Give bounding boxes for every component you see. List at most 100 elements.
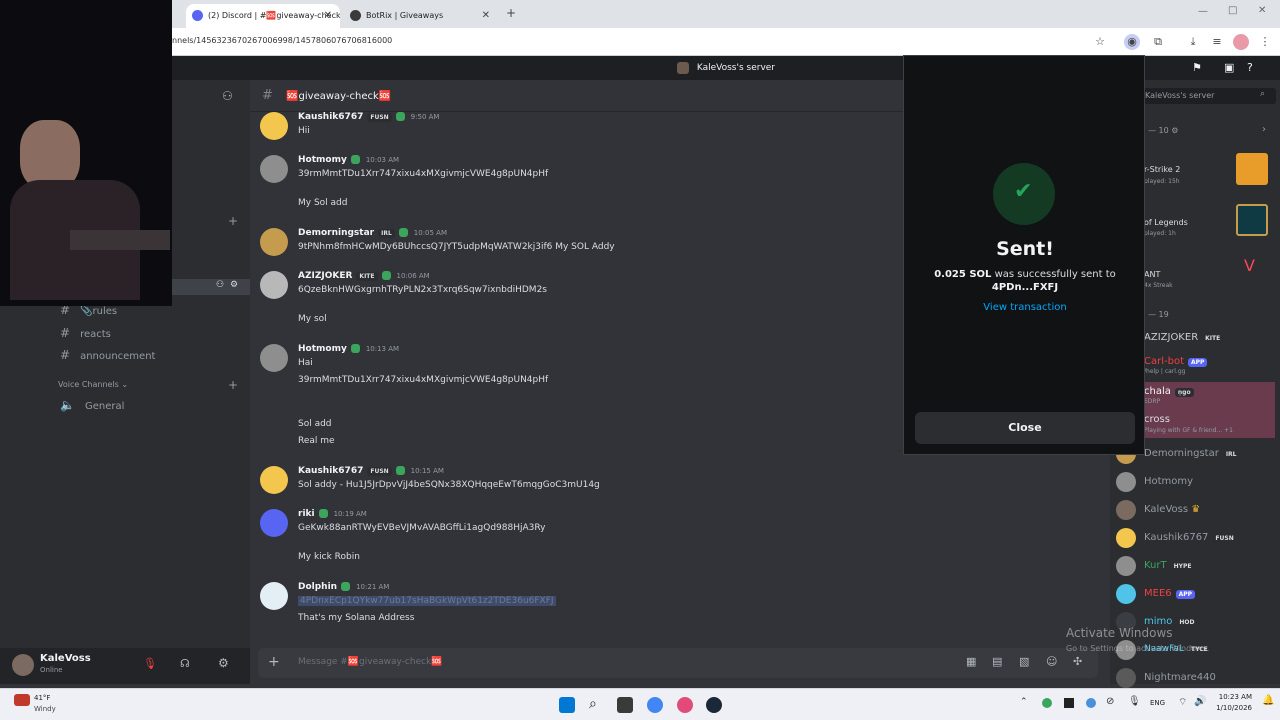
member-item[interactable]: KaleVoss ♛ xyxy=(1144,504,1200,515)
member-item[interactable]: AZIZJOKER KITE xyxy=(1144,332,1224,343)
mic-icon[interactable]: 🎙 xyxy=(1128,696,1141,707)
minimize-icon[interactable]: — xyxy=(1198,6,1208,17)
close-icon[interactable]: ✕ xyxy=(324,4,332,28)
menu-icon[interactable]: ⋮ xyxy=(1257,34,1273,50)
avatar[interactable] xyxy=(260,509,288,537)
selected-channel[interactable]: ⚇ ⚙ xyxy=(172,279,250,295)
member-item[interactable]: Kaushik6767 FUSN xyxy=(1144,532,1237,543)
voice-category[interactable]: Voice Channels ⌄ xyxy=(58,380,128,389)
gift-icon[interactable]: ▦ xyxy=(966,655,976,668)
inbox-icon[interactable]: ⚑ xyxy=(1192,56,1202,80)
message-input[interactable]: Message #🆘giveaway-check🆘 xyxy=(298,657,443,667)
tray-app-icon[interactable] xyxy=(1086,698,1096,708)
view-transaction-link[interactable]: View transaction xyxy=(904,302,1146,313)
member-item[interactable]: chala ṇgo xyxy=(1144,386,1194,397)
message-author[interactable]: Hotmomy xyxy=(298,344,347,354)
channel-reacts[interactable]: # reacts xyxy=(60,326,111,340)
help-icon[interactable]: ? xyxy=(1247,56,1253,80)
headphones-icon[interactable]: ☊ xyxy=(180,657,190,670)
network-off-icon[interactable]: ⊘ xyxy=(1106,696,1114,707)
avatar[interactable] xyxy=(260,466,288,494)
avatar[interactable] xyxy=(260,271,288,299)
tab-discord[interactable]: (2) Discord | #🆘giveaway-check ✕ xyxy=(186,4,340,28)
avatar[interactable] xyxy=(1116,500,1136,520)
member-item[interactable]: Nightmare440 xyxy=(1144,672,1216,683)
message-author[interactable]: AZIZJOKER xyxy=(298,271,352,281)
add-voice-channel-icon[interactable]: + xyxy=(228,378,238,392)
avatar[interactable] xyxy=(1116,472,1136,492)
browser-tab-bar: (2) Discord | #🆘giveaway-check ✕ BotRix … xyxy=(0,0,1280,28)
tray-app-icon[interactable] xyxy=(1042,698,1052,708)
server-search[interactable]: KaleVoss's server ⌕ xyxy=(1140,88,1276,104)
tray-chevron-icon[interactable]: ⌃ xyxy=(1020,697,1028,707)
message-author[interactable]: Kaushik6767 xyxy=(298,466,363,476)
avatar[interactable] xyxy=(1116,668,1136,688)
member-item[interactable]: KurT HYPE xyxy=(1144,560,1195,571)
member-item[interactable]: MEE6 APP xyxy=(1144,588,1196,599)
emoji-icon[interactable]: ☺ xyxy=(1046,655,1057,668)
activity-sub: played: 15h xyxy=(1144,178,1180,185)
speaker-icon[interactable]: 🔊 xyxy=(1194,696,1206,707)
start-icon[interactable] xyxy=(559,697,575,713)
message-author[interactable]: Dolphin xyxy=(298,582,337,592)
apps-icon[interactable]: ✣ xyxy=(1073,655,1082,668)
invite-icon[interactable]: ⚇ xyxy=(216,280,224,290)
close-button[interactable]: Close xyxy=(915,412,1135,444)
avatar[interactable] xyxy=(1116,556,1136,576)
gif-icon[interactable]: ▤ xyxy=(992,655,1002,668)
tray-app-icon[interactable] xyxy=(1064,698,1074,708)
window-close-icon[interactable]: ✕ xyxy=(1258,5,1266,16)
attach-plus-icon[interactable]: + xyxy=(268,654,280,670)
media-icon[interactable]: ≡ xyxy=(1209,34,1225,50)
steam-icon[interactable] xyxy=(706,697,722,713)
message-author[interactable]: Hotmomy xyxy=(298,155,347,165)
puzzle-icon[interactable]: ⧉ xyxy=(1150,34,1166,50)
avatar[interactable] xyxy=(260,228,288,256)
extension-icon[interactable]: ◉ xyxy=(1124,34,1140,50)
add-channel-icon[interactable]: + xyxy=(228,214,238,228)
profile-avatar[interactable] xyxy=(1233,34,1249,50)
close-icon[interactable]: ✕ xyxy=(482,4,490,28)
clock-time[interactable]: 10:23 AM xyxy=(1212,693,1252,701)
chevron-right-icon[interactable]: › xyxy=(1262,124,1266,135)
avatar[interactable] xyxy=(1116,584,1136,604)
gear-icon[interactable]: ⚙ xyxy=(230,280,238,290)
avatar[interactable] xyxy=(260,112,288,140)
avatar[interactable] xyxy=(260,155,288,183)
mic-muted-icon[interactable]: 🎙 xyxy=(143,657,157,670)
search-icon[interactable]: ⌕ xyxy=(1260,89,1265,99)
avatar[interactable] xyxy=(1116,528,1136,548)
member-item[interactable]: Demorningstar IRL xyxy=(1144,448,1240,459)
chrome-profile-icon[interactable] xyxy=(677,697,693,713)
chrome-icon[interactable] xyxy=(647,697,663,713)
avatar[interactable] xyxy=(260,582,288,610)
new-tab-icon[interactable]: + xyxy=(506,6,516,20)
message-author[interactable]: Kaushik6767 xyxy=(298,112,363,122)
avatar[interactable] xyxy=(260,344,288,372)
member-item[interactable]: Carl-bot APP xyxy=(1144,356,1208,367)
clock-date[interactable]: 1/10/2026 xyxy=(1212,704,1252,712)
search-icon[interactable]: ⌕ xyxy=(589,696,605,712)
add-member-icon[interactable]: ⚇ xyxy=(222,89,233,103)
avatar[interactable] xyxy=(12,654,34,676)
url-field[interactable]: nnels/1456323670267006998/14578060767068… xyxy=(172,36,392,45)
screen-icon[interactable]: ▣ xyxy=(1224,56,1234,80)
message-author[interactable]: Demorningstar xyxy=(298,228,374,238)
language-indicator[interactable]: ENG xyxy=(1150,699,1165,707)
notification-icon[interactable]: 🔔 xyxy=(1262,695,1274,706)
weather-icon[interactable] xyxy=(14,694,30,706)
maximize-icon[interactable]: □ xyxy=(1228,5,1237,16)
settings-gear-icon[interactable]: ⚙ xyxy=(218,656,229,670)
member-item[interactable]: Hotmomy xyxy=(1144,476,1193,487)
wifi-icon[interactable]: ⌔ xyxy=(1178,696,1187,709)
taskview-icon[interactable] xyxy=(617,697,633,713)
channel-announcement[interactable]: # announcement xyxy=(60,348,155,362)
star-icon[interactable]: ☆ xyxy=(1092,34,1108,50)
tab-botrix[interactable]: BotRix | Giveaways ✕ xyxy=(344,4,498,28)
download-icon[interactable]: ⤓ xyxy=(1185,34,1201,50)
message-author[interactable]: riki xyxy=(298,509,315,519)
sticker-icon[interactable]: ▧ xyxy=(1019,655,1029,668)
message-text-selected[interactable]: 4PDnxECp1QYkw77ub17sHaBGkWpVt61z2TDE36u6… xyxy=(298,596,556,606)
member-item[interactable]: cross xyxy=(1144,414,1170,425)
voice-channel-general[interactable]: 🔈 General xyxy=(60,398,124,412)
